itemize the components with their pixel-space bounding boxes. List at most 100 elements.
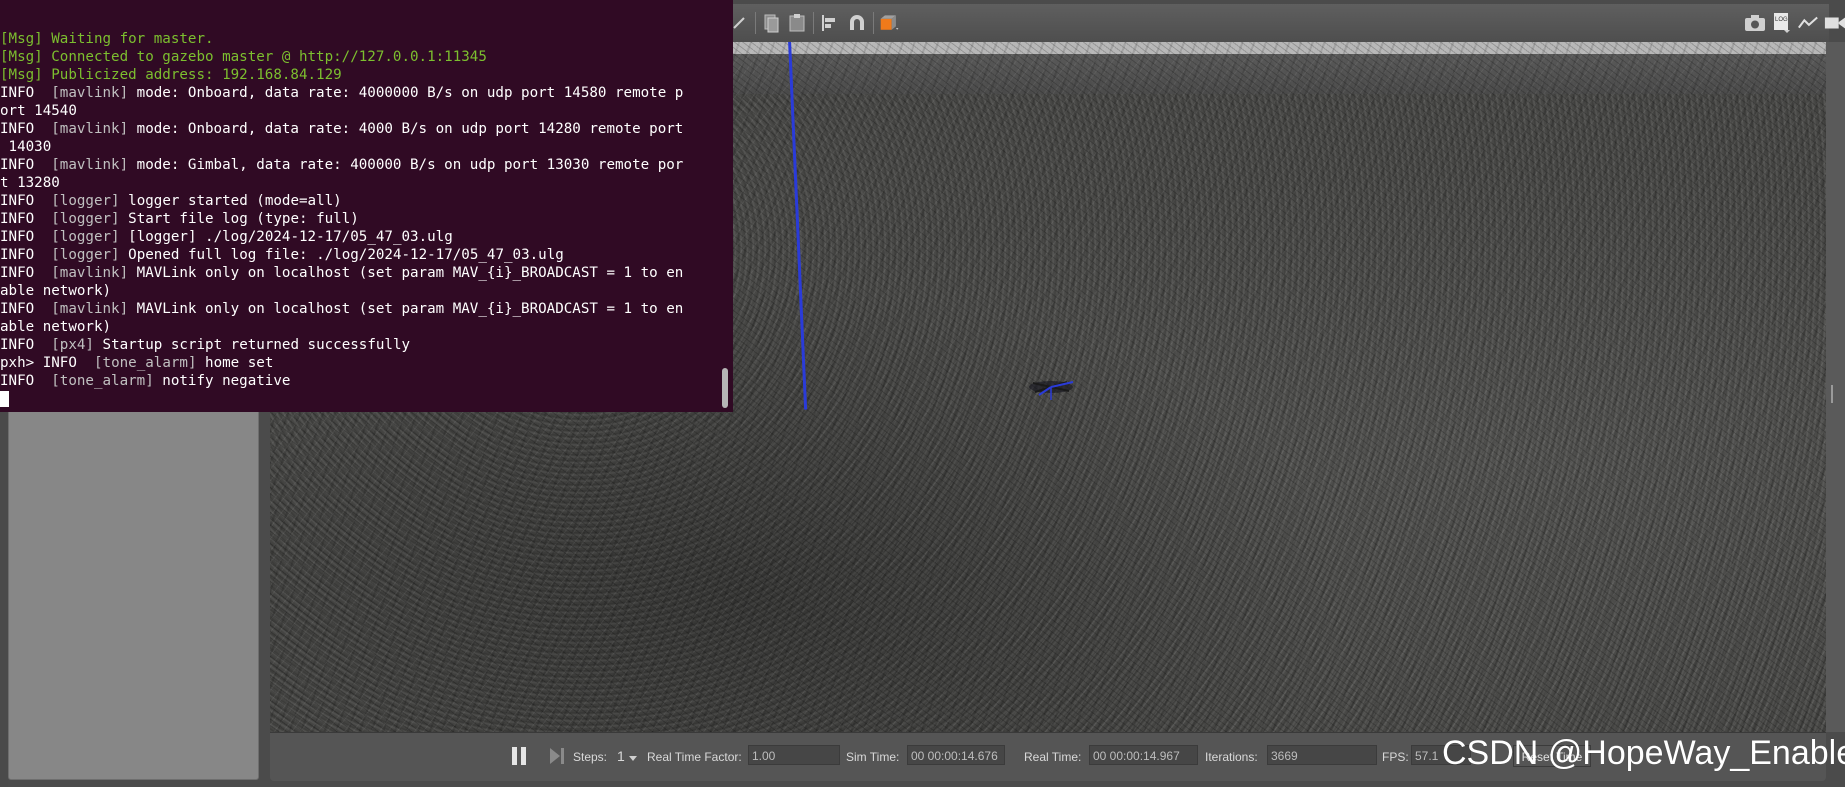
log-text: MAVLink only on localhost (set param MAV… xyxy=(128,265,684,281)
steps-label: Steps: xyxy=(573,750,608,764)
log-level: INFO xyxy=(0,121,35,137)
px4-terminal-window[interactable]: [Msg] Waiting for master. [Msg] Connected… xyxy=(0,0,733,412)
terminal-scrollbar[interactable] xyxy=(722,368,728,408)
copy-icon[interactable] xyxy=(760,12,782,34)
log-text: mode: Onboard, data rate: 4000 B/s on ud… xyxy=(128,121,684,137)
terminal-line: INFO [tone_alarm] notify negative xyxy=(0,372,723,390)
terminal-line: 14030 xyxy=(0,138,723,156)
shell-prompt: pxh> xyxy=(0,355,43,371)
log-text: t 13280 xyxy=(0,175,60,191)
terminal-line: [Msg] Publicized address: 192.168.84.129 xyxy=(0,66,723,84)
log-text: [Msg] Waiting for master. xyxy=(0,31,214,47)
fps-label: FPS: xyxy=(1382,750,1409,764)
sim-time-label: Sim Time: xyxy=(846,750,900,764)
terminal-line: INFO [mavlink] mode: Gimbal, data rate: … xyxy=(0,156,723,174)
log-level: INFO xyxy=(0,157,35,173)
log-text: notify negative xyxy=(153,373,291,389)
log-text: logger started (mode=all) xyxy=(119,193,342,209)
log-level: INFO xyxy=(0,301,35,317)
log-tag: [logger] xyxy=(51,211,120,227)
terminal-line: ort 14540 xyxy=(0,102,723,120)
left-side-panel[interactable] xyxy=(8,405,259,780)
terminal-line: INFO [logger] Opened full log file: ./lo… xyxy=(0,246,723,264)
terminal-line: able network) xyxy=(0,318,723,336)
log-tag: [mavlink] xyxy=(51,85,129,101)
gazebo-toolbar: LOG xyxy=(733,4,1845,43)
terminal-line: INFO [logger] Start file log (type: full… xyxy=(0,210,723,228)
terminal-line: INFO [logger] logger started (mode=all) xyxy=(0,192,723,210)
terminal-line: INFO [mavlink] mode: Onboard, data rate:… xyxy=(0,84,723,102)
toolbar-separator xyxy=(873,12,874,34)
log-level: INFO xyxy=(42,355,77,371)
terminal-output: [Msg] Waiting for master. [Msg] Connected… xyxy=(0,30,723,408)
log-level: INFO xyxy=(0,211,35,227)
chevron-down-icon[interactable] xyxy=(629,756,637,761)
log-tag: [mavlink] xyxy=(51,301,129,317)
log-level: INFO xyxy=(0,373,35,389)
terminal-line: [Msg] Waiting for master. xyxy=(0,30,723,48)
log-text: mode: Onboard, data rate: 4000000 B/s on… xyxy=(128,85,684,101)
log-tag: [mavlink] xyxy=(51,121,129,137)
log-tag: [logger] xyxy=(51,247,120,263)
iterations-field: 3669 xyxy=(1267,745,1377,765)
log-text: [Msg] Publicized address: 192.168.84.129 xyxy=(0,67,342,83)
real-time-factor-field: 1.00 xyxy=(748,745,840,765)
terminal-line: INFO [mavlink] MAVLink only on localhost… xyxy=(0,300,723,318)
log-text: home set xyxy=(196,355,274,371)
log-text: ort 14540 xyxy=(0,103,77,119)
log-text: 14030 xyxy=(0,139,52,155)
terminal-line: INFO [mavlink] MAVLink only on localhost… xyxy=(0,264,723,282)
drone-model[interactable] xyxy=(1025,370,1077,404)
log-tag: [px4] xyxy=(51,337,94,353)
terminal-line: [Msg] Connected to gazebo master @ http:… xyxy=(0,48,723,66)
paste-icon[interactable] xyxy=(786,12,808,34)
csdn-watermark: CSDN @HopeWay_Enable xyxy=(1442,734,1845,772)
log-icon-label: LOG xyxy=(1775,17,1788,23)
sim-time-field: 00 00:00:14.676 xyxy=(907,745,1005,765)
terminal-cursor-line[interactable] xyxy=(0,390,723,408)
log-text: Startup script returned successfully xyxy=(93,337,411,353)
log-text: [Msg] Connected to gazebo master @ http:… xyxy=(0,49,487,65)
right-panel-handle[interactable] xyxy=(1831,385,1833,403)
terminal-line: pxh> INFO [tone_alarm] home set xyxy=(0,354,723,372)
screenshot-icon[interactable] xyxy=(1744,12,1766,34)
log-level: INFO xyxy=(0,337,35,353)
terminal-line: able network) xyxy=(0,282,723,300)
pause-icon[interactable] xyxy=(512,747,526,765)
align-icon[interactable] xyxy=(819,12,841,34)
left-gap xyxy=(0,405,8,787)
log-text: able network) xyxy=(0,319,112,335)
log-tag: [tone_alarm] xyxy=(93,355,197,371)
log-text: able network) xyxy=(0,283,112,299)
terminal-line: t 13280 xyxy=(0,174,723,192)
real-time-field: 00 00:00:14.967 xyxy=(1089,745,1198,765)
log-level: INFO xyxy=(0,247,35,263)
right-panel-edge xyxy=(1826,42,1845,732)
log-tag: [logger] xyxy=(51,193,120,209)
toolbar-separator xyxy=(813,12,814,34)
log-level: INFO xyxy=(0,85,35,101)
log-icon[interactable]: LOG xyxy=(1771,12,1793,34)
log-tag: [mavlink] xyxy=(51,265,129,281)
log-tag: [logger] xyxy=(51,229,120,245)
plot-icon[interactable] xyxy=(1797,12,1819,34)
iterations-label: Iterations: xyxy=(1205,750,1258,764)
terminal-line: INFO [logger] [logger] ./log/2024-12-17/… xyxy=(0,228,723,246)
real-time-label: Real Time: xyxy=(1024,750,1082,764)
video-icon[interactable] xyxy=(1824,12,1845,34)
log-text: Opened full log file: ./log/2024-12-17/0… xyxy=(119,247,564,263)
log-tag: [tone_alarm] xyxy=(51,373,154,389)
steps-spinbox[interactable]: 1 xyxy=(617,748,625,764)
magnet-icon[interactable] xyxy=(846,12,868,34)
terminal-line: INFO [px4] Startup script returned succe… xyxy=(0,336,723,354)
real-time-factor-label: Real Time Factor: xyxy=(647,750,742,764)
log-text: MAVLink only on localhost (set param MAV… xyxy=(128,301,684,317)
log-level: INFO xyxy=(0,193,35,209)
log-level: INFO xyxy=(0,229,35,245)
log-text: [logger] ./log/2024-12-17/05_47_03.ulg xyxy=(119,229,453,245)
log-text: Start file log (type: full) xyxy=(119,211,359,227)
model-icon[interactable] xyxy=(879,12,901,34)
step-forward-icon[interactable] xyxy=(549,747,565,765)
log-tag: [mavlink] xyxy=(51,157,129,173)
terminal-cursor xyxy=(0,391,9,407)
